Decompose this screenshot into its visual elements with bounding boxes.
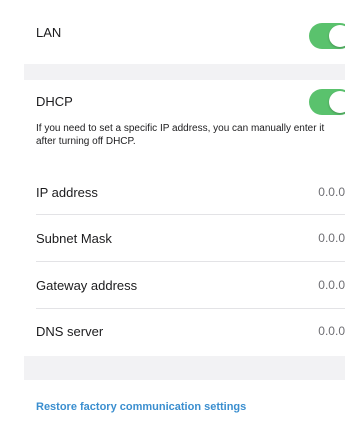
subnet-mask-value: 0.0.0 [318,231,345,245]
subnet-mask-row[interactable]: Subnet Mask 0.0.0 [24,215,345,262]
dns-server-value: 0.0.0 [318,324,345,338]
dhcp-label: DHCP [36,94,73,109]
gateway-address-row[interactable]: Gateway address 0.0.0 [24,262,345,309]
gateway-address-label: Gateway address [36,278,138,293]
gateway-address-value: 0.0.0 [318,278,345,292]
dhcp-toggle[interactable] [309,89,345,115]
lan-label: LAN [36,25,62,40]
lan-toggle[interactable] [309,23,345,49]
ip-address-value: 0.0.0 [318,185,345,199]
dhcp-row: DHCP If you need to set a specific IP ad… [24,80,345,170]
restore-row: Restore factory communication settings [24,380,345,430]
network-settings-screen: LAN DHCP If you need to set a specific I… [24,0,345,430]
ip-address-label: IP address [36,185,98,200]
dhcp-help-text: If you need to set a specific IP address… [36,123,325,147]
dhcp-toggle-knob [329,91,345,113]
restore-factory-settings-link[interactable]: Restore factory communication settings [36,401,246,413]
lan-row: LAN [24,0,345,64]
ip-address-row[interactable]: IP address 0.0.0 [24,169,345,215]
dns-server-label: DNS server [36,324,104,339]
subnet-mask-label: Subnet Mask [36,231,112,246]
lan-toggle-knob [329,25,345,47]
dns-server-row[interactable]: DNS server 0.0.0 [24,309,345,356]
